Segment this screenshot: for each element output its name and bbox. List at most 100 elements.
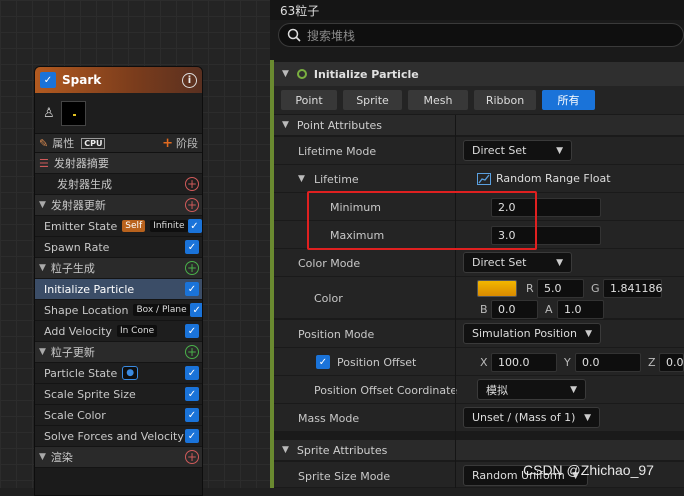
lifetime-mode-value: Direct Set [472, 144, 527, 157]
column-divider[interactable] [455, 115, 456, 488]
collapse-arrow-icon[interactable]: ▼ [39, 347, 46, 357]
collapse-arrow-icon[interactable]: ▼ [39, 200, 46, 210]
offset-z-input[interactable]: 0.0 [659, 353, 684, 372]
watermark: CSDN @Zhichao_97 [523, 462, 654, 478]
collapse-arrow-icon[interactable]: ▼ [282, 120, 289, 130]
lifetime-mode-label: Lifetime Mode [298, 144, 377, 158]
chevron-down-icon: ▼ [556, 145, 563, 156]
info-icon[interactable]: i [182, 72, 197, 88]
node-enable-checkbox[interactable]: ✓ [40, 72, 56, 88]
sprite-attributes-header[interactable]: ▼ Sprite Attributes [274, 440, 684, 460]
color-mode-dropdown[interactable]: Direct Set ▼ [463, 252, 572, 273]
a-label: A [545, 303, 553, 316]
search-placeholder: 搜索堆栈 [307, 28, 356, 43]
stack-item[interactable]: Spawn Rate ✓ [35, 237, 202, 258]
collapse-arrow-icon[interactable]: ▼ [298, 174, 305, 184]
color-a-input[interactable]: 1.0 [557, 300, 604, 319]
stack-item[interactable]: ▼ 粒子更新 + [35, 342, 202, 363]
filter-sprite[interactable]: Sprite [343, 90, 402, 110]
pencil-icon[interactable]: ✎ [39, 137, 48, 150]
enable-checkbox[interactable]: ✓ [185, 387, 199, 401]
offset-coordinate-dropdown[interactable]: 模拟 ▼ [477, 379, 586, 400]
lifetime-function-value: Random Range Float [496, 172, 611, 185]
stack-item[interactable]: Shape Location Box / Plane ✓ [35, 300, 202, 321]
stack-item-tag: Box / Plane [133, 304, 190, 316]
filter-point[interactable]: Point [281, 90, 337, 110]
collapse-arrow-icon[interactable]: ▼ [282, 445, 289, 455]
enable-checkbox[interactable]: ✓ [185, 324, 199, 338]
collapse-arrow-icon[interactable]: ▼ [282, 69, 289, 79]
add-stage-button[interactable]: + 阶段 [162, 135, 198, 151]
add-module-icon[interactable]: + [185, 450, 199, 464]
stack-item-label: 发射器摘要 [53, 157, 109, 170]
enable-checkbox[interactable]: ✓ [189, 303, 202, 317]
offset-coordinate-label: Position Offset Coordinate [314, 383, 458, 397]
color-b-input[interactable]: 0.0 [491, 300, 538, 319]
stack-item[interactable]: Add Velocity In Cone ✓ [35, 321, 202, 342]
graph-canvas[interactable]: ✓ Spark i ♙ ✎ 属性 CPU + 阶段 ☰ 发射器摘要 发射器生成 + ▼ 发… [0, 0, 270, 496]
stack-item-label: Emitter State [44, 219, 118, 233]
add-module-icon[interactable]: + [185, 345, 199, 359]
position-offset-checkbox[interactable]: ✓ [316, 348, 330, 376]
person-icon: ♙ [43, 105, 55, 121]
color-r-input[interactable]: 5.0 [537, 279, 584, 298]
position-offset-label: Position Offset [337, 355, 417, 369]
stack-item[interactable]: Solve Forces and Velocity ✓ [35, 426, 202, 447]
lifetime-arrow[interactable]: ▼ [298, 165, 305, 193]
stack-item[interactable]: Initialize Particle ✓ [35, 279, 202, 300]
chevron-down-icon: ▼ [584, 412, 591, 423]
x-label: X [480, 356, 488, 369]
color-swatch[interactable] [477, 280, 517, 297]
enable-checkbox[interactable]: ✓ [185, 282, 199, 296]
color-g-input[interactable]: 1.841186 [603, 279, 663, 298]
b-label: B [480, 303, 488, 316]
position-mode-label: Position Mode [298, 327, 375, 341]
node-header[interactable]: ✓ Spark i [35, 67, 202, 93]
stack-item[interactable]: Scale Color ✓ [35, 405, 202, 426]
stack-item[interactable]: Emitter State Self Infinite ✓ [35, 216, 202, 237]
lifetime-label: Lifetime [314, 172, 359, 186]
add-module-icon[interactable]: + [185, 198, 199, 212]
node-title: Spark [62, 73, 102, 87]
module-header[interactable]: ▼ Initialize Particle [274, 62, 684, 86]
mass-mode-dropdown[interactable]: Unset / (Mass of 1) ▼ [463, 407, 600, 428]
stack-item[interactable]: ▼ 粒子生成 + [35, 258, 202, 279]
collapse-arrow-icon[interactable]: ▼ [39, 263, 46, 273]
search-input[interactable]: 搜索堆栈 [278, 23, 684, 47]
stack-item-tag: Self [122, 220, 146, 232]
attributes-label[interactable]: 属性 [52, 135, 74, 151]
lifetime-mode-dropdown[interactable]: Direct Set ▼ [463, 140, 572, 161]
preview-thumbnail [60, 100, 86, 126]
filter-mesh[interactable]: Mesh [408, 90, 468, 110]
stack-item[interactable]: ▼ 发射器更新 + [35, 195, 202, 216]
node-preview: ♙ [35, 93, 202, 133]
stack-item-label: Shape Location [44, 303, 129, 317]
stack-item-label: Add Velocity [44, 324, 112, 338]
offset-x-input[interactable]: 100.0 [491, 353, 557, 372]
lifetime-function[interactable]: Random Range Float [477, 172, 611, 185]
offset-coordinate-value: 模拟 [486, 383, 508, 397]
offset-y-input[interactable]: 0.0 [575, 353, 641, 372]
collapse-arrow-icon[interactable]: ▼ [39, 452, 46, 462]
add-module-icon[interactable]: + [185, 261, 199, 275]
add-module-icon[interactable]: + [185, 177, 199, 191]
color-mode-value: Direct Set [472, 256, 527, 269]
enable-checkbox[interactable]: ✓ [185, 429, 199, 443]
filter-all[interactable]: 所有 [542, 90, 595, 110]
stack-item[interactable]: 发射器生成 + [35, 174, 202, 195]
enable-checkbox[interactable]: ✓ [187, 219, 202, 233]
stack-item[interactable]: ☰ 发射器摘要 [35, 153, 202, 174]
chevron-down-icon: ▼ [585, 328, 592, 339]
filter-ribbon[interactable]: Ribbon [474, 90, 536, 110]
stack-item[interactable]: Scale Sprite Size ✓ [35, 384, 202, 405]
enable-checkbox[interactable]: ✓ [185, 366, 199, 380]
stack-item-label: Scale Color [44, 408, 106, 422]
enable-checkbox[interactable]: ✓ [185, 240, 199, 254]
position-mode-dropdown[interactable]: Simulation Position ▼ [463, 323, 601, 344]
emitter-node[interactable]: ✓ Spark i ♙ ✎ 属性 CPU + 阶段 ☰ 发射器摘要 发射器生成 + ▼ 发… [34, 66, 203, 496]
stack-item[interactable]: Particle State ● ✓ [35, 363, 202, 384]
enable-checkbox[interactable]: ✓ [185, 408, 199, 422]
point-attributes-header[interactable]: ▼ Point Attributes [274, 115, 684, 135]
stage-label: 阶段 [176, 137, 198, 150]
stack-item[interactable]: ▼ 渲染 + [35, 447, 202, 468]
